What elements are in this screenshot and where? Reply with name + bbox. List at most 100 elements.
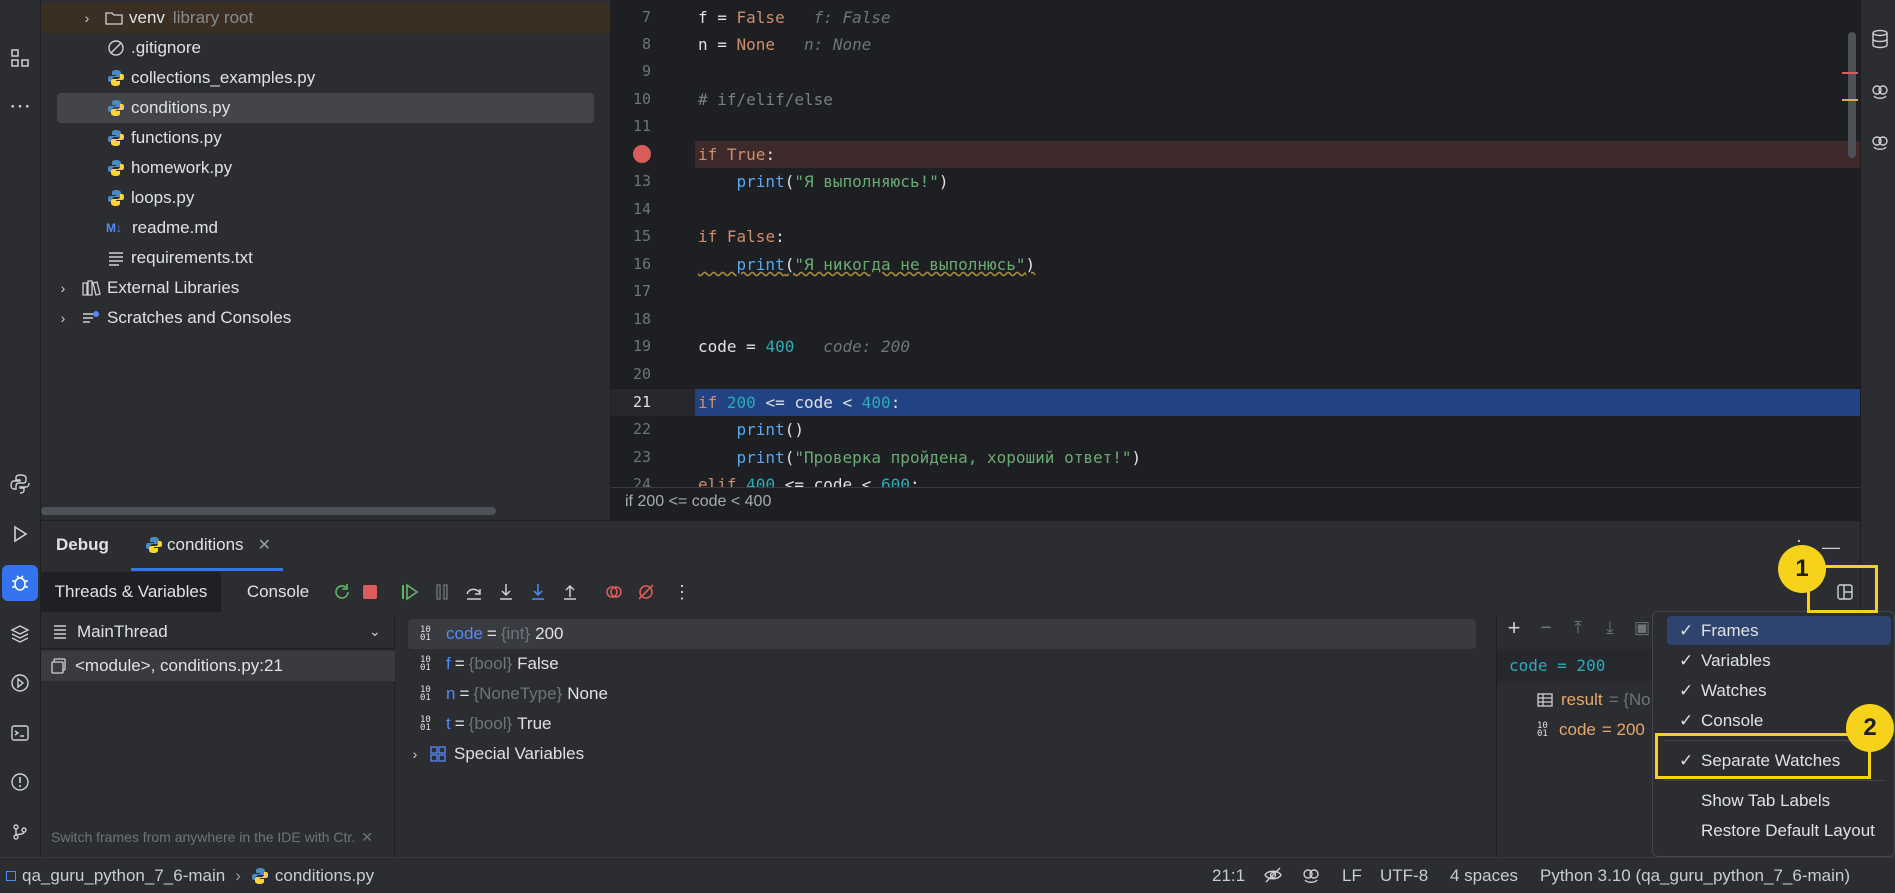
problems-icon[interactable] bbox=[4, 766, 36, 798]
move-up-icon[interactable]: ⤒ bbox=[1567, 617, 1589, 639]
file-encoding[interactable]: UTF-8 bbox=[1380, 866, 1428, 886]
resume-icon[interactable] bbox=[397, 579, 423, 605]
tab-console[interactable]: Console bbox=[233, 572, 323, 612]
structure-icon[interactable] bbox=[4, 42, 36, 74]
code-line[interactable]: if 200 <= code < 400: bbox=[698, 389, 900, 416]
horizontal-scrollbar[interactable] bbox=[41, 507, 496, 515]
tree-item-scratches[interactable]: › Scratches and Consoles bbox=[41, 303, 610, 333]
tree-item-conditions[interactable]: conditions.py bbox=[57, 93, 594, 123]
watch-row[interactable]: result = {No bbox=[1537, 685, 1651, 715]
tree-item-label: loops.py bbox=[131, 188, 195, 207]
variable-row[interactable]: 10 01 n = {NoneType} None bbox=[408, 679, 608, 709]
more-icon[interactable]: ⋯ bbox=[4, 90, 36, 122]
variable-row[interactable]: 10 01 code = {int} 200 bbox=[408, 619, 1476, 649]
run-icon[interactable] bbox=[4, 518, 36, 550]
chevron-right-icon[interactable]: › bbox=[408, 746, 422, 762]
ai-assistant-icon[interactable] bbox=[1867, 78, 1893, 104]
annotation-badge-1: 1 bbox=[1778, 545, 1826, 593]
layers-icon[interactable] bbox=[4, 618, 36, 650]
code-line[interactable]: code = 400 code: 200 bbox=[698, 333, 910, 360]
code-line[interactable]: print("Проверка пройдена, хороший ответ!… bbox=[698, 444, 1142, 471]
stop-icon[interactable] bbox=[357, 579, 383, 605]
chevron-right-icon[interactable]: › bbox=[81, 10, 93, 26]
terminal-icon[interactable] bbox=[4, 717, 36, 749]
code-line[interactable]: print("Я никогда не выполнюсь") bbox=[698, 251, 1036, 278]
menu-item-frames[interactable]: ✓ Frames bbox=[1667, 616, 1891, 645]
database-icon[interactable] bbox=[1867, 26, 1893, 52]
menu-item-watches[interactable]: ✓ Watches bbox=[1667, 676, 1891, 705]
code-line[interactable]: if False: bbox=[698, 223, 785, 250]
more-actions-icon[interactable]: ⋮ bbox=[669, 579, 695, 605]
project-breadcrumb[interactable]: qa_guru_python_7_6-main › conditions.py bbox=[6, 866, 374, 886]
tree-item-label: readme.md bbox=[132, 218, 218, 237]
code-line[interactable]: # if/elif/else bbox=[698, 86, 833, 113]
minimize-icon[interactable]: — bbox=[1821, 537, 1841, 557]
remove-watch-icon[interactable]: − bbox=[1535, 617, 1557, 639]
inspections-off-icon[interactable] bbox=[1262, 864, 1284, 886]
editor-scrollbar[interactable] bbox=[1848, 32, 1856, 158]
menu-item-show-tab-labels[interactable]: Show Tab Labels bbox=[1667, 786, 1891, 815]
tree-item-venv[interactable]: › venv library root bbox=[41, 3, 610, 33]
menu-item-restore-default-layout[interactable]: Restore Default Layout bbox=[1667, 816, 1891, 845]
frames-hint-text: Switch frames from anywhere in the IDE w… bbox=[51, 829, 356, 845]
chevron-right-icon[interactable]: › bbox=[57, 280, 69, 296]
chevron-down-icon[interactable]: ⌄ bbox=[369, 623, 381, 640]
variable-row[interactable]: 10 01 t = {bool} True bbox=[408, 709, 552, 739]
move-down-icon[interactable]: ⤓ bbox=[1599, 617, 1621, 639]
tree-item-loops[interactable]: loops.py bbox=[41, 183, 610, 213]
caret-position[interactable]: 21:1 bbox=[1212, 866, 1245, 886]
watch-row[interactable]: 10 01 code = 200 bbox=[1537, 715, 1645, 745]
debug-tool-icon[interactable] bbox=[2, 565, 38, 601]
line-number: 7 bbox=[641, 8, 651, 26]
copilot-icon[interactable] bbox=[1867, 129, 1893, 155]
ai-status-icon[interactable] bbox=[1300, 864, 1322, 886]
special-variables-row[interactable]: › Special Variables bbox=[408, 739, 584, 769]
python-console-icon[interactable] bbox=[4, 468, 36, 500]
code-line[interactable]: print() bbox=[698, 416, 804, 443]
code-line[interactable]: elif 400 <= code < 600: bbox=[698, 471, 920, 487]
code-line[interactable]: print("Я выполняюсь!") bbox=[698, 168, 949, 195]
copy-icon[interactable]: ▣ bbox=[1631, 617, 1653, 639]
editor-breadcrumb[interactable]: if 200 <= code < 400 bbox=[611, 487, 1860, 515]
close-icon[interactable]: ✕ bbox=[258, 535, 271, 555]
python-interpreter[interactable]: Python 3.10 (qa_guru_python_7_6-main) bbox=[1540, 866, 1850, 886]
tree-item-collections-examples[interactable]: collections_examples.py bbox=[41, 63, 610, 93]
indent-setting[interactable]: 4 spaces bbox=[1450, 866, 1518, 886]
tree-item-external-libraries[interactable]: › External Libraries bbox=[41, 273, 610, 303]
tree-item-gitignore[interactable]: .gitignore bbox=[41, 33, 610, 63]
add-watch-icon[interactable]: + bbox=[1503, 615, 1525, 640]
git-icon[interactable] bbox=[4, 816, 36, 848]
frame-row[interactable]: <module>, conditions.py:21 bbox=[41, 651, 395, 681]
code-line[interactable]: f = False f: False bbox=[698, 4, 891, 31]
menu-item-variables[interactable]: ✓ Variables bbox=[1667, 646, 1891, 675]
pause-icon[interactable] bbox=[429, 579, 455, 605]
variable-row[interactable]: 10 01 f = {bool} False bbox=[408, 649, 559, 679]
thread-name: MainThread bbox=[77, 621, 168, 641]
tree-item-requirements[interactable]: requirements.txt bbox=[41, 243, 610, 273]
step-into-icon[interactable] bbox=[493, 579, 519, 605]
line-separator[interactable]: LF bbox=[1342, 866, 1362, 886]
tree-item-functions[interactable]: functions.py bbox=[41, 123, 610, 153]
rerun-icon[interactable] bbox=[329, 579, 355, 605]
code-line[interactable]: if True: bbox=[698, 141, 775, 168]
thread-selector[interactable]: MainThread ⌄ bbox=[41, 615, 395, 649]
tab-threads-variables[interactable]: Threads & Variables bbox=[41, 572, 221, 612]
watch-value: = {No bbox=[1608, 690, 1651, 709]
tree-item-readme[interactable]: M↓ readme.md bbox=[41, 213, 610, 243]
code-line[interactable]: n = None n: None bbox=[698, 31, 871, 58]
step-over-icon[interactable] bbox=[461, 579, 487, 605]
tree-item-homework[interactable]: homework.py bbox=[41, 153, 610, 183]
python-file-icon bbox=[251, 868, 268, 884]
chevron-right-icon[interactable]: › bbox=[57, 310, 69, 326]
tree-item-label: collections_examples.py bbox=[131, 68, 316, 87]
services-icon[interactable] bbox=[4, 667, 36, 699]
breakpoint-icon[interactable] bbox=[633, 145, 651, 163]
step-into-my-code-icon[interactable] bbox=[525, 579, 551, 605]
debug-session-tab[interactable]: conditions ✕ bbox=[131, 521, 283, 571]
view-breakpoints-icon[interactable] bbox=[601, 579, 627, 605]
check-icon: ✓ bbox=[1679, 710, 1694, 730]
step-out-icon[interactable] bbox=[557, 579, 583, 605]
special-variables-label: Special Variables bbox=[454, 744, 585, 763]
mute-breakpoints-icon[interactable] bbox=[633, 579, 659, 605]
close-icon[interactable]: ✕ bbox=[361, 829, 373, 846]
